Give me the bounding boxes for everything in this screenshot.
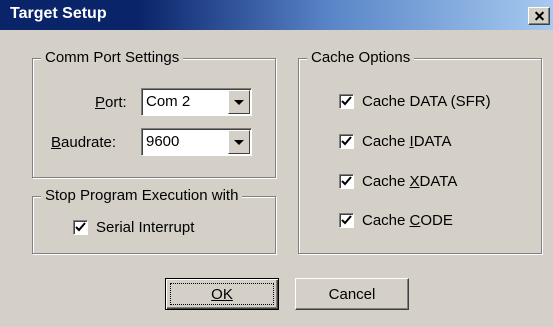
check-icon bbox=[341, 215, 352, 225]
cache-xdata-label: Cache XDATA bbox=[362, 173, 458, 190]
stop-execution-legend: Stop Program Execution with bbox=[41, 187, 243, 204]
cache-xdata-checkbox[interactable] bbox=[339, 174, 354, 189]
window-title: Target Setup bbox=[10, 5, 107, 22]
cache-idata-label: Cache IDATA bbox=[362, 133, 452, 150]
serial-interrupt-checkbox[interactable] bbox=[73, 220, 88, 235]
cache-data-sfr-label: Cache DATA (SFR) bbox=[362, 93, 491, 110]
chevron-down-icon[interactable] bbox=[228, 90, 250, 114]
cache-code-label: Cache CODE bbox=[362, 212, 453, 229]
port-select[interactable]: Com 2 bbox=[141, 88, 252, 116]
serial-interrupt-label: Serial Interrupt bbox=[96, 219, 195, 236]
cancel-button-label: Cancel bbox=[328, 286, 376, 303]
cancel-button[interactable]: Cancel bbox=[295, 278, 409, 310]
baudrate-label: Baudrate: bbox=[51, 134, 117, 151]
ok-button-label: OK bbox=[211, 286, 233, 303]
check-icon bbox=[75, 222, 86, 232]
cache-options-legend: Cache Options bbox=[307, 49, 415, 66]
check-icon bbox=[341, 136, 352, 146]
baudrate-value: 9600 bbox=[146, 133, 180, 150]
cache-code-checkbox[interactable] bbox=[339, 213, 354, 228]
close-icon[interactable] bbox=[528, 7, 550, 25]
comm-port-group: Comm Port Settings bbox=[32, 49, 276, 178]
ok-button[interactable]: OK bbox=[165, 278, 279, 310]
chevron-down-icon[interactable] bbox=[228, 130, 250, 154]
port-value: Com 2 bbox=[146, 93, 191, 110]
cache-idata-checkbox[interactable] bbox=[339, 134, 354, 149]
comm-port-legend: Comm Port Settings bbox=[41, 49, 184, 66]
port-label: Port: bbox=[95, 94, 127, 111]
check-icon bbox=[341, 96, 352, 106]
baudrate-select[interactable]: 9600 bbox=[141, 128, 252, 156]
check-icon bbox=[341, 176, 352, 186]
title-bar[interactable]: Target Setup bbox=[0, 0, 553, 30]
cache-data-sfr-checkbox[interactable] bbox=[339, 94, 354, 109]
